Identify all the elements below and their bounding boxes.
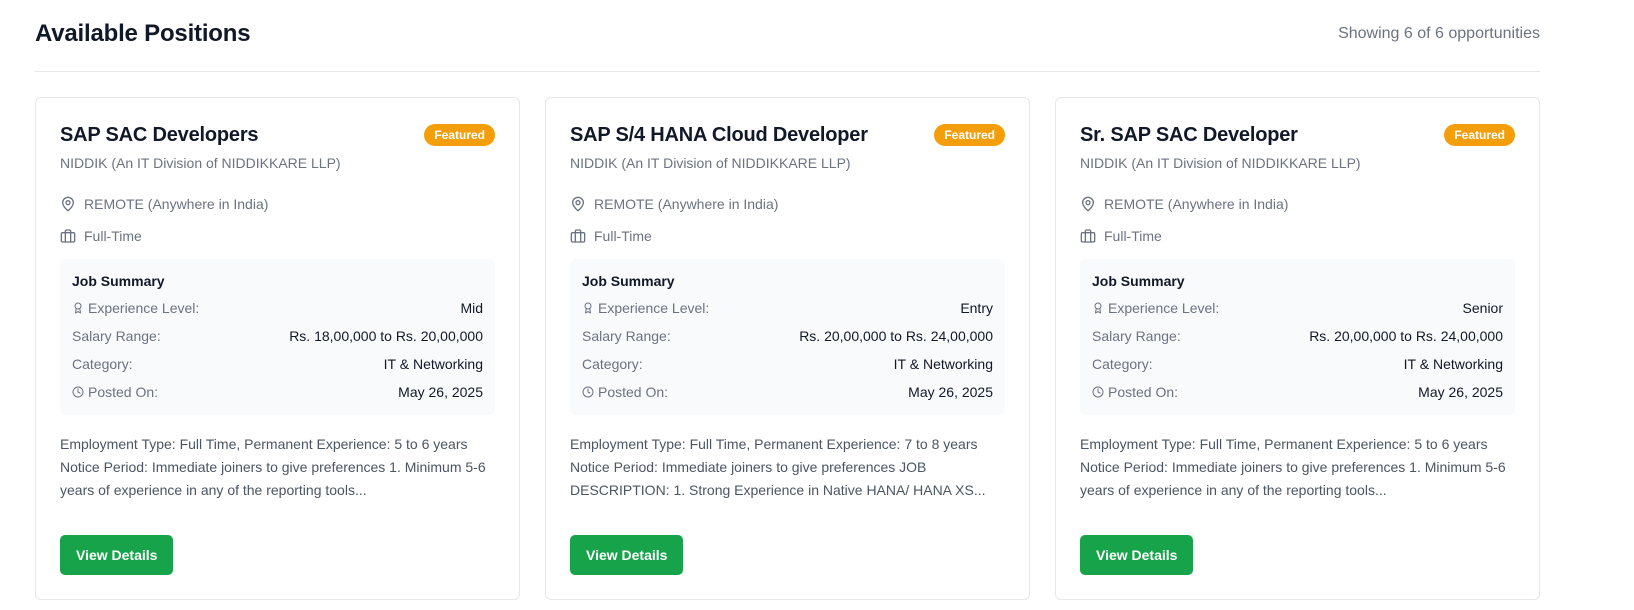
posted-label: Posted On: [598,384,669,400]
category-row: Category: IT & Networking [1092,355,1503,373]
salary-value: Rs. 20,00,000 to Rs. 24,00,000 [799,328,993,344]
award-icon [1094,302,1102,314]
briefcase-icon [60,229,76,243]
salary-row: Salary Range: Rs. 20,00,000 to Rs. 24,00… [582,327,993,345]
category-row: Category: IT & Networking [72,355,483,373]
map-pin-icon [62,196,74,212]
results-count: Showing 6 of 6 opportunities [1338,24,1540,42]
experience-label: Experience Level: [598,300,710,316]
experience-value: Entry [960,300,993,316]
job-card: SAP SAC Developers Featured NIDDIK (An I… [35,97,520,600]
posted-label: Posted On: [1108,384,1179,400]
job-summary-title: Job Summary [1092,273,1185,289]
job-summary: Job Summary Experience Level: Entry Sala… [570,259,1005,415]
location-text: REMOTE (Anywhere in India) [1104,196,1289,212]
salary-label: Salary Range: [72,328,161,344]
posted-row: Posted On: May 26, 2025 [582,383,993,401]
view-details-button[interactable]: View Details [570,535,684,575]
job-card: SAP S/4 HANA Cloud Developer Featured NI… [545,97,1030,600]
posted-label: Posted On: [88,384,159,400]
posted-row: Posted On: May 26, 2025 [72,383,483,401]
map-pin-icon [572,196,584,212]
company-name: NIDDIK (An IT Division of NIDDIKKARE LLP… [60,155,341,171]
experience-label: Experience Level: [88,300,200,316]
category-label: Category: [1092,356,1153,372]
category-value: IT & Networking [893,356,993,372]
job-type-text: Full-Time [84,228,142,244]
posted-value: May 26, 2025 [1418,384,1503,400]
job-summary: Job Summary Experience Level: Mid Salary… [60,259,495,415]
award-icon [74,302,82,314]
job-type-text: Full-Time [594,228,652,244]
job-description: Employment Type: Full Time, Permanent Ex… [60,436,486,498]
company-name: NIDDIK (An IT Division of NIDDIKKARE LLP… [570,155,851,171]
job-type-text: Full-Time [1104,228,1162,244]
experience-row: Experience Level: Senior [1092,299,1503,317]
award-icon [584,302,592,314]
experience-row: Experience Level: Entry [582,299,993,317]
experience-row: Experience Level: Mid [72,299,483,317]
salary-row: Salary Range: Rs. 18,00,000 to Rs. 20,00… [72,327,483,345]
category-value: IT & Networking [383,356,483,372]
briefcase-icon [570,229,586,243]
section-header: Available Positions Showing 6 of 6 oppor… [35,0,1540,72]
job-summary: Job Summary Experience Level: Senior Sal… [1080,259,1515,415]
positions-section: Available Positions Showing 6 of 6 oppor… [35,0,1540,600]
category-label: Category: [582,356,643,372]
salary-label: Salary Range: [582,328,671,344]
job-cards-grid: SAP SAC Developers Featured NIDDIK (An I… [35,97,1540,600]
job-title[interactable]: Sr. SAP SAC Developer [1080,124,1298,147]
posted-value: May 26, 2025 [398,384,483,400]
clock-icon [1092,386,1104,398]
posted-row: Posted On: May 26, 2025 [1092,383,1503,401]
job-type: Full-Time [570,227,1005,245]
salary-label: Salary Range: [1092,328,1181,344]
company-name: NIDDIK (An IT Division of NIDDIKKARE LLP… [1080,155,1361,171]
salary-row: Salary Range: Rs. 20,00,000 to Rs. 24,00… [1092,327,1503,345]
job-description: Employment Type: Full Time, Permanent Ex… [570,436,986,498]
view-details-button[interactable]: View Details [1080,535,1194,575]
experience-value: Mid [460,300,483,316]
job-location: REMOTE (Anywhere in India) [1080,195,1515,213]
view-details-button[interactable]: View Details [60,535,174,575]
job-title[interactable]: SAP SAC Developers [60,124,259,147]
job-type: Full-Time [60,227,495,245]
posted-value: May 26, 2025 [908,384,993,400]
location-text: REMOTE (Anywhere in India) [84,196,269,212]
featured-badge: Featured [1444,124,1515,146]
job-location: REMOTE (Anywhere in India) [60,195,495,213]
job-description: Employment Type: Full Time, Permanent Ex… [1080,436,1506,498]
briefcase-icon [1080,229,1096,243]
category-value: IT & Networking [1403,356,1503,372]
job-summary-title: Job Summary [72,273,165,289]
page-title: Available Positions [35,19,251,47]
category-row: Category: IT & Networking [582,355,993,373]
experience-label: Experience Level: [1108,300,1220,316]
map-pin-icon [1082,196,1094,212]
job-card: Sr. SAP SAC Developer Featured NIDDIK (A… [1055,97,1540,600]
experience-value: Senior [1462,300,1503,316]
job-location: REMOTE (Anywhere in India) [570,195,1005,213]
salary-value: Rs. 20,00,000 to Rs. 24,00,000 [1309,328,1503,344]
category-label: Category: [72,356,133,372]
salary-value: Rs. 18,00,000 to Rs. 20,00,000 [289,328,483,344]
location-text: REMOTE (Anywhere in India) [594,196,779,212]
featured-badge: Featured [934,124,1005,146]
featured-badge: Featured [424,124,495,146]
clock-icon [582,386,594,398]
job-title[interactable]: SAP S/4 HANA Cloud Developer [570,124,868,147]
clock-icon [72,386,84,398]
job-type: Full-Time [1080,227,1515,245]
job-summary-title: Job Summary [582,273,675,289]
